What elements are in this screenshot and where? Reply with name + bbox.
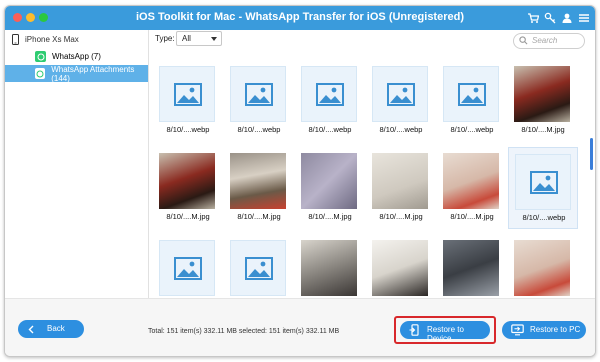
sidebar-item-label: WhatsApp (7) — [52, 52, 101, 61]
device-restore-icon — [409, 324, 421, 338]
photo-cola-bottle-thumbnail — [514, 66, 570, 122]
attachment-item[interactable]: 8/10/....webp — [508, 147, 578, 229]
type-label: Type: — [155, 34, 175, 43]
photo-cat-figurine-thumbnail — [230, 153, 286, 209]
attachment-grid: 8/10/....webp 8/10/....webp 8/10/....webp 8… — [149, 50, 589, 298]
image-placeholder-icon — [301, 66, 357, 122]
sidebar-item-whatsapp-attachments[interactable]: WhatsApp Attachments (144) — [5, 64, 148, 83]
device-row[interactable]: iPhone Xs Max — [12, 34, 79, 45]
image-placeholder-icon — [372, 66, 428, 122]
photo-blurry-thumbnail — [301, 153, 357, 209]
chevron-down-icon — [211, 37, 217, 41]
whatsapp-icon — [35, 51, 46, 62]
back-button-label: Back — [47, 324, 65, 333]
attachment-caption: 8/10/....webp — [166, 125, 210, 134]
attachment-item[interactable]: 8/10/....M.jpg — [295, 147, 365, 229]
scrollbar-thumb[interactable] — [590, 138, 593, 170]
back-button[interactable]: Back — [18, 320, 84, 338]
attachment-item[interactable]: 8/10/....M.jpg — [508, 60, 578, 142]
phone-icon — [12, 34, 19, 45]
attachment-caption: 8/10/....M.jpg — [308, 212, 352, 221]
app-window: iOS Toolkit for Mac - WhatsApp Transfer … — [4, 5, 596, 357]
main-panel: Type: All Search 8/10/....webp 8/10/....w… — [149, 30, 595, 298]
attachment-caption: 8/10/....webp — [308, 125, 352, 134]
cart-icon[interactable] — [527, 11, 541, 25]
sidebar-item-label: WhatsApp Attachments (144) — [51, 64, 135, 83]
photo-sticker-thumbnail — [514, 240, 570, 296]
photo-cola-bottle-thumbnail — [159, 153, 215, 209]
search-input[interactable]: Search — [513, 33, 585, 49]
attachment-caption: 8/10/....webp — [379, 125, 423, 134]
window-title: iOS Toolkit for Mac - WhatsApp Transfer … — [136, 11, 464, 23]
device-name: iPhone Xs Max — [25, 35, 79, 44]
photo-cats-thumbnail — [301, 240, 357, 296]
attachment-item[interactable]: 8/10/....M.jpg — [366, 147, 436, 229]
image-placeholder-icon — [443, 66, 499, 122]
image-placeholder-icon — [159, 66, 215, 122]
sidebar-item-whatsapp[interactable]: WhatsApp (7) — [5, 48, 148, 65]
attachment-caption: 8/10/....M.jpg — [166, 212, 210, 221]
attachment-caption: 8/10/....M.jpg — [379, 212, 423, 221]
attachment-caption: 8/10/....M.jpg — [237, 212, 281, 221]
attachment-caption: 8/10/....M.jpg — [450, 212, 494, 221]
search-icon — [519, 36, 528, 45]
type-dropdown[interactable]: All — [176, 31, 222, 46]
sidebar: iPhone Xs Max WhatsApp (7) WhatsApp Atta… — [5, 30, 149, 298]
attachment-item[interactable]: 8/10/....webp — [366, 60, 436, 142]
key-icon[interactable] — [544, 11, 558, 25]
scrollbar[interactable] — [589, 50, 595, 298]
photo-family-theater-thumbnail — [372, 240, 428, 296]
photo-sticker-thumbnail — [443, 153, 499, 209]
restore-to-device-button[interactable]: Restore to Device — [400, 321, 490, 343]
image-placeholder-icon — [230, 66, 286, 122]
photo-paper-thumbnail — [372, 153, 428, 209]
attachment-caption: 8/10/....webp — [522, 213, 566, 222]
image-placeholder-icon — [515, 154, 571, 210]
attachment-item[interactable]: 8/10/....M.jpg — [437, 147, 507, 229]
chevron-left-icon — [28, 325, 34, 336]
menu-icon[interactable] — [578, 11, 592, 25]
attachment-item[interactable]: 8/10/....webp — [295, 60, 365, 142]
attachment-item[interactable]: 8/10/....webp — [153, 60, 223, 142]
whatsapp-icon — [35, 68, 46, 79]
footer-bar: Back Total: 151 item(s) 332.11 MB select… — [5, 298, 595, 356]
attachment-item[interactable]: 8/10/....webp — [224, 60, 294, 142]
attachment-item[interactable]: 8/10/....M.jpg — [224, 147, 294, 229]
attachment-caption: 8/10/....webp — [237, 125, 281, 134]
search-placeholder: Search — [532, 36, 558, 45]
restore-to-device-label: Restore to Device — [427, 325, 464, 343]
type-dropdown-value: All — [182, 34, 191, 43]
title-bar: iOS Toolkit for Mac - WhatsApp Transfer … — [5, 6, 595, 30]
pc-restore-icon — [511, 324, 524, 338]
attachment-item[interactable]: 8/10/....webp — [437, 60, 507, 142]
attachment-caption: 8/10/....webp — [450, 125, 494, 134]
attachment-caption: 8/10/....M.jpg — [521, 125, 565, 134]
status-text: Total: 151 item(s) 332.11 MB selected: 1… — [148, 328, 340, 335]
restore-to-pc-button[interactable]: Restore to PC — [502, 321, 586, 339]
user-icon[interactable] — [561, 11, 575, 25]
restore-to-pc-label: Restore to PC — [530, 325, 581, 334]
photo-headphones-thumbnail — [443, 240, 499, 296]
image-placeholder-icon — [159, 240, 215, 296]
attachment-item[interactable]: 8/10/....M.jpg — [153, 147, 223, 229]
filter-bar: Type: All Search — [149, 30, 595, 50]
image-placeholder-icon — [230, 240, 286, 296]
